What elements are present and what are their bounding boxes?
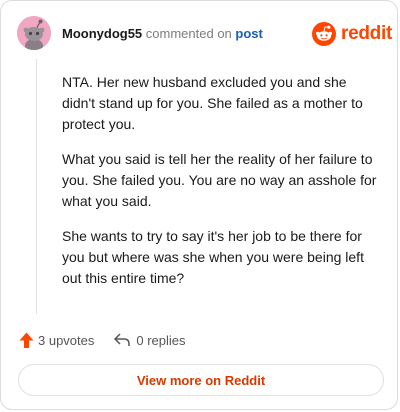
reply-count: 0 replies [136, 332, 186, 348]
reddit-logo[interactable]: reddit [312, 21, 392, 47]
thread-line [36, 59, 37, 314]
upvote-arrow-icon [19, 332, 34, 348]
replies-button[interactable]: 0 replies [114, 332, 186, 348]
snoo-avatar-icon [17, 16, 51, 50]
comment-body: NTA. Her new husband excluded you and sh… [62, 72, 380, 303]
comment-header: Moonydog55 commented on post [62, 26, 263, 42]
upvote-button[interactable]: 3 upvotes [19, 332, 94, 349]
view-more-button[interactable]: View more on Reddit [18, 364, 384, 396]
post-link[interactable]: post [235, 26, 262, 41]
comment-paragraph: What you said is tell her the reality of… [62, 151, 377, 209]
upvote-count: 3 upvotes [38, 332, 95, 348]
username-link[interactable]: Moonydog55 [62, 26, 142, 41]
comment-paragraph: NTA. Her new husband excluded you and sh… [62, 74, 363, 132]
commented-on-text: commented on [145, 26, 232, 41]
reddit-wordmark: reddit [341, 23, 392, 44]
comment-actions: 3 upvotes 0 replies [19, 330, 186, 350]
user-avatar[interactable] [17, 16, 51, 50]
reply-arrow-icon [114, 333, 131, 346]
comment-paragraph: She wants to try to say it's her job to … [62, 228, 364, 286]
reddit-comment-card: Moonydog55 commented on post reddit NTA.… [0, 0, 398, 410]
reddit-alien-icon [312, 22, 336, 46]
